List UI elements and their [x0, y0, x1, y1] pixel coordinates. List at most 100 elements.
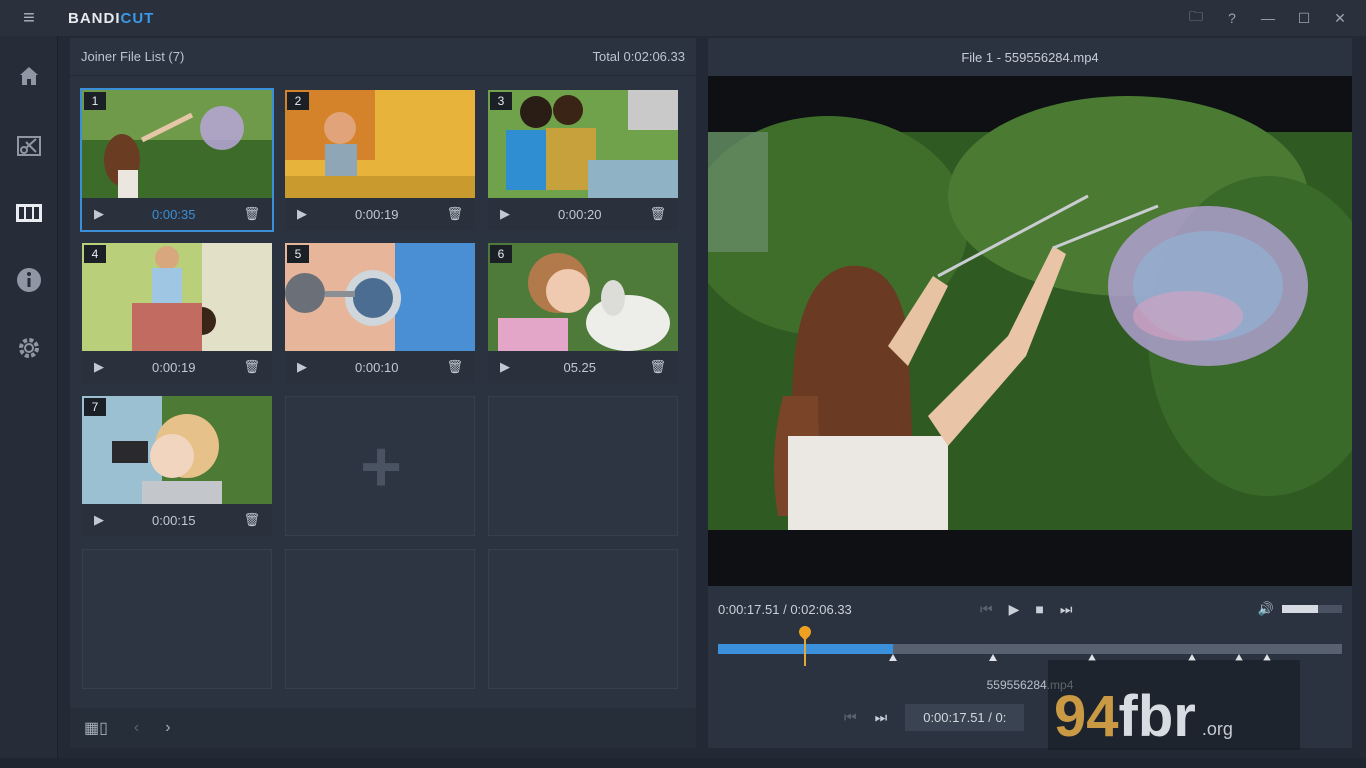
trash-icon[interactable]: 🗑	[243, 512, 260, 528]
play-icon[interactable]: ▶	[1009, 601, 1020, 618]
thumbnail[interactable]	[82, 243, 272, 351]
segment-time-box[interactable]: 0:00:17.51 / 0:	[905, 703, 1025, 731]
settings-icon[interactable]	[0, 326, 58, 370]
next-page-icon[interactable]: ›	[165, 719, 170, 737]
empty-slot	[82, 549, 272, 689]
trash-icon[interactable]: 🗑	[243, 359, 260, 375]
watermark: 94fbr .org	[1048, 660, 1300, 750]
step-forward-icon[interactable]: ⏭	[875, 709, 888, 726]
volume-control: 🔊	[1258, 601, 1342, 617]
timeline-marker[interactable]	[988, 654, 997, 661]
thumbnail[interactable]	[488, 90, 678, 198]
info-icon[interactable]	[0, 258, 58, 302]
trash-icon[interactable]: 🗑	[649, 206, 666, 222]
hamburger-menu-icon[interactable]: ≡	[0, 0, 58, 36]
timeline-marker[interactable]	[888, 654, 897, 661]
file-grid: 1 ▶ 0:00:35 🗑 2 ▶ 0:00:19 🗑 3 ▶ 0:00:20 …	[80, 88, 686, 689]
file-number: 4	[84, 245, 106, 263]
title-bar: ≡ BANDICUT 🗀 ? — ☐ ✕	[0, 0, 1366, 36]
file-card-bar: ▶ 0:00:20 🗑	[488, 198, 678, 230]
joiner-file-list-panel: Joiner File List (7) Total 0:02:06.33 1 …	[70, 38, 696, 748]
file-card-5[interactable]: 5 ▶ 0:00:10 🗑	[285, 243, 475, 383]
empty-slot	[488, 549, 678, 689]
volume-slider[interactable]	[1282, 605, 1342, 613]
file-duration: 0:00:35	[152, 206, 196, 222]
file-number: 1	[84, 92, 106, 110]
file-list-title: Joiner File List (7)	[81, 49, 185, 64]
thumbnail[interactable]	[82, 396, 272, 504]
file-card-4[interactable]: 4 ▶ 0:00:19 🗑	[82, 243, 272, 383]
home-icon[interactable]	[0, 54, 58, 98]
add-file-slot[interactable]: +	[285, 396, 475, 536]
file-card-2[interactable]: 2 ▶ 0:00:19 🗑	[285, 90, 475, 230]
window-controls: 🗀 ? — ☐ ✕	[1178, 0, 1358, 36]
file-card-bar: ▶ 0:00:35 🗑	[82, 198, 272, 230]
file-number: 7	[84, 398, 106, 416]
file-duration: 05.25	[563, 359, 597, 375]
file-card-bar: ▶ 0:00:19 🗑	[82, 351, 272, 383]
preview-title: File 1 - 559556284.mp4	[961, 49, 1099, 65]
step-back-icon[interactable]: ⏮	[844, 709, 857, 726]
playback-controls: 0:00:17.51 / 0:02:06.33 ⏮ ▶ ■ ⏭ 🔊	[708, 594, 1352, 624]
file-card-3[interactable]: 3 ▶ 0:00:20 🗑	[488, 90, 678, 230]
empty-slot	[285, 549, 475, 689]
trash-icon[interactable]: 🗑	[243, 206, 260, 222]
file-list-header: Joiner File List (7) Total 0:02:06.33	[70, 38, 696, 76]
file-card-7[interactable]: 7 ▶ 0:00:15 🗑	[82, 396, 272, 536]
skip-back-icon[interactable]: ⏮	[980, 601, 993, 618]
thumbnail[interactable]	[285, 90, 475, 198]
help-icon[interactable]: ?	[1214, 10, 1250, 26]
view-toggle-icon[interactable]: ▦▯	[84, 718, 108, 738]
stop-icon[interactable]: ■	[1035, 601, 1043, 618]
close-icon[interactable]: ✕	[1322, 10, 1358, 27]
volume-fill	[1282, 605, 1318, 613]
play-icon[interactable]: ▶	[94, 206, 104, 222]
file-card-bar: ▶ 05.25 🗑	[488, 351, 678, 383]
app-window: ≡ BANDICUT 🗀 ? — ☐ ✕ Joiner File List (7…	[0, 0, 1366, 768]
file-duration: 0:00:19	[355, 206, 399, 222]
file-card-bar: ▶ 0:00:19 🗑	[285, 198, 475, 230]
file-number: 3	[490, 92, 512, 110]
preview-panel: File 1 - 559556284.mp4 0:00:17.51 / 0:02…	[708, 38, 1352, 748]
folder-icon[interactable]: 🗀	[1178, 6, 1214, 30]
minimize-icon[interactable]: —	[1250, 10, 1286, 26]
trash-icon[interactable]: 🗑	[446, 359, 463, 375]
file-duration: 0:00:10	[355, 359, 399, 375]
play-icon[interactable]: ▶	[500, 359, 510, 375]
file-card-bar: ▶ 0:00:10 🗑	[285, 351, 475, 383]
trash-icon[interactable]: 🗑	[446, 206, 463, 222]
play-icon[interactable]: ▶	[297, 359, 307, 375]
play-icon[interactable]: ▶	[94, 359, 104, 375]
play-icon[interactable]: ▶	[500, 206, 510, 222]
file-duration: 0:00:19	[152, 359, 196, 375]
total-duration: Total 0:02:06.33	[592, 49, 685, 64]
file-card-bar: ▶ 0:00:15 🗑	[82, 504, 272, 536]
thumbnail[interactable]	[82, 90, 272, 198]
playhead-handle-icon[interactable]	[796, 623, 814, 641]
cut-icon[interactable]	[0, 124, 58, 168]
file-number: 2	[287, 92, 309, 110]
add-file-icon[interactable]: +	[286, 397, 476, 537]
play-icon[interactable]: ▶	[94, 512, 104, 528]
thumbnail[interactable]	[488, 243, 678, 351]
file-card-1[interactable]: 1 ▶ 0:00:35 🗑	[80, 88, 274, 232]
file-duration: 0:00:20	[558, 206, 602, 222]
file-list-footer: ▦▯ ‹ ›	[70, 708, 696, 748]
video-preview[interactable]	[708, 76, 1352, 586]
empty-slot	[488, 396, 678, 536]
joiner-icon[interactable]	[0, 191, 58, 235]
skip-forward-icon[interactable]: ⏭	[1060, 601, 1073, 618]
play-icon[interactable]: ▶	[297, 206, 307, 222]
file-card-6[interactable]: 6 ▶ 05.25 🗑	[488, 243, 678, 383]
status-bar	[0, 758, 1366, 768]
thumbnail[interactable]	[285, 243, 475, 351]
file-number: 6	[490, 245, 512, 263]
speaker-icon[interactable]: 🔊	[1258, 601, 1274, 617]
trash-icon[interactable]: 🗑	[649, 359, 666, 375]
file-duration: 0:00:15	[152, 512, 196, 528]
time-readout: 0:00:17.51 / 0:02:06.33	[718, 601, 852, 617]
maximize-icon[interactable]: ☐	[1286, 10, 1322, 27]
sidebar	[0, 36, 58, 768]
transport-buttons: ⏮ ▶ ■ ⏭	[980, 601, 1072, 618]
prev-page-icon[interactable]: ‹	[134, 719, 139, 737]
